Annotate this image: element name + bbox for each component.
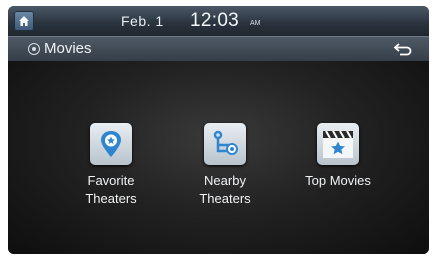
- date: Feb. 1: [121, 13, 164, 29]
- menu-label-line1: Favorite: [87, 173, 135, 188]
- clock: 12:03: [190, 10, 240, 31]
- home-button[interactable]: [14, 11, 34, 31]
- back-icon: [393, 43, 412, 56]
- top-movies-button[interactable]: Top Movies: [283, 123, 393, 190]
- menu-area: Favorite Theaters Nearby Theaters Top Mo…: [8, 61, 429, 254]
- page-title: Movies: [44, 40, 92, 57]
- back-button[interactable]: [392, 41, 414, 57]
- menu-label-line1: Nearby: [204, 173, 246, 188]
- route-nearby-icon: [213, 130, 238, 155]
- home-icon: [19, 16, 29, 26]
- nearby-theaters-button[interactable]: Nearby Theaters: [170, 123, 280, 208]
- title-bar: Movies: [8, 36, 429, 62]
- clapperboard-star-icon: [323, 130, 353, 158]
- menu-label-line2: Theaters: [85, 191, 137, 206]
- movies-icon: [28, 43, 40, 55]
- tile: [90, 123, 132, 165]
- location-pin-star-icon: [101, 131, 121, 157]
- screen: Feb. 1 12:03 AM Movies Favorite Theaters: [8, 6, 429, 254]
- tile: [317, 123, 359, 165]
- favorite-theaters-button[interactable]: Favorite Theaters: [56, 123, 166, 208]
- status-bar: Feb. 1 12:03 AM: [8, 6, 429, 36]
- menu-label-line2: Theaters: [199, 191, 251, 206]
- tile: [204, 123, 246, 165]
- am-pm: AM: [250, 20, 261, 27]
- menu-label: Top Movies: [305, 173, 371, 188]
